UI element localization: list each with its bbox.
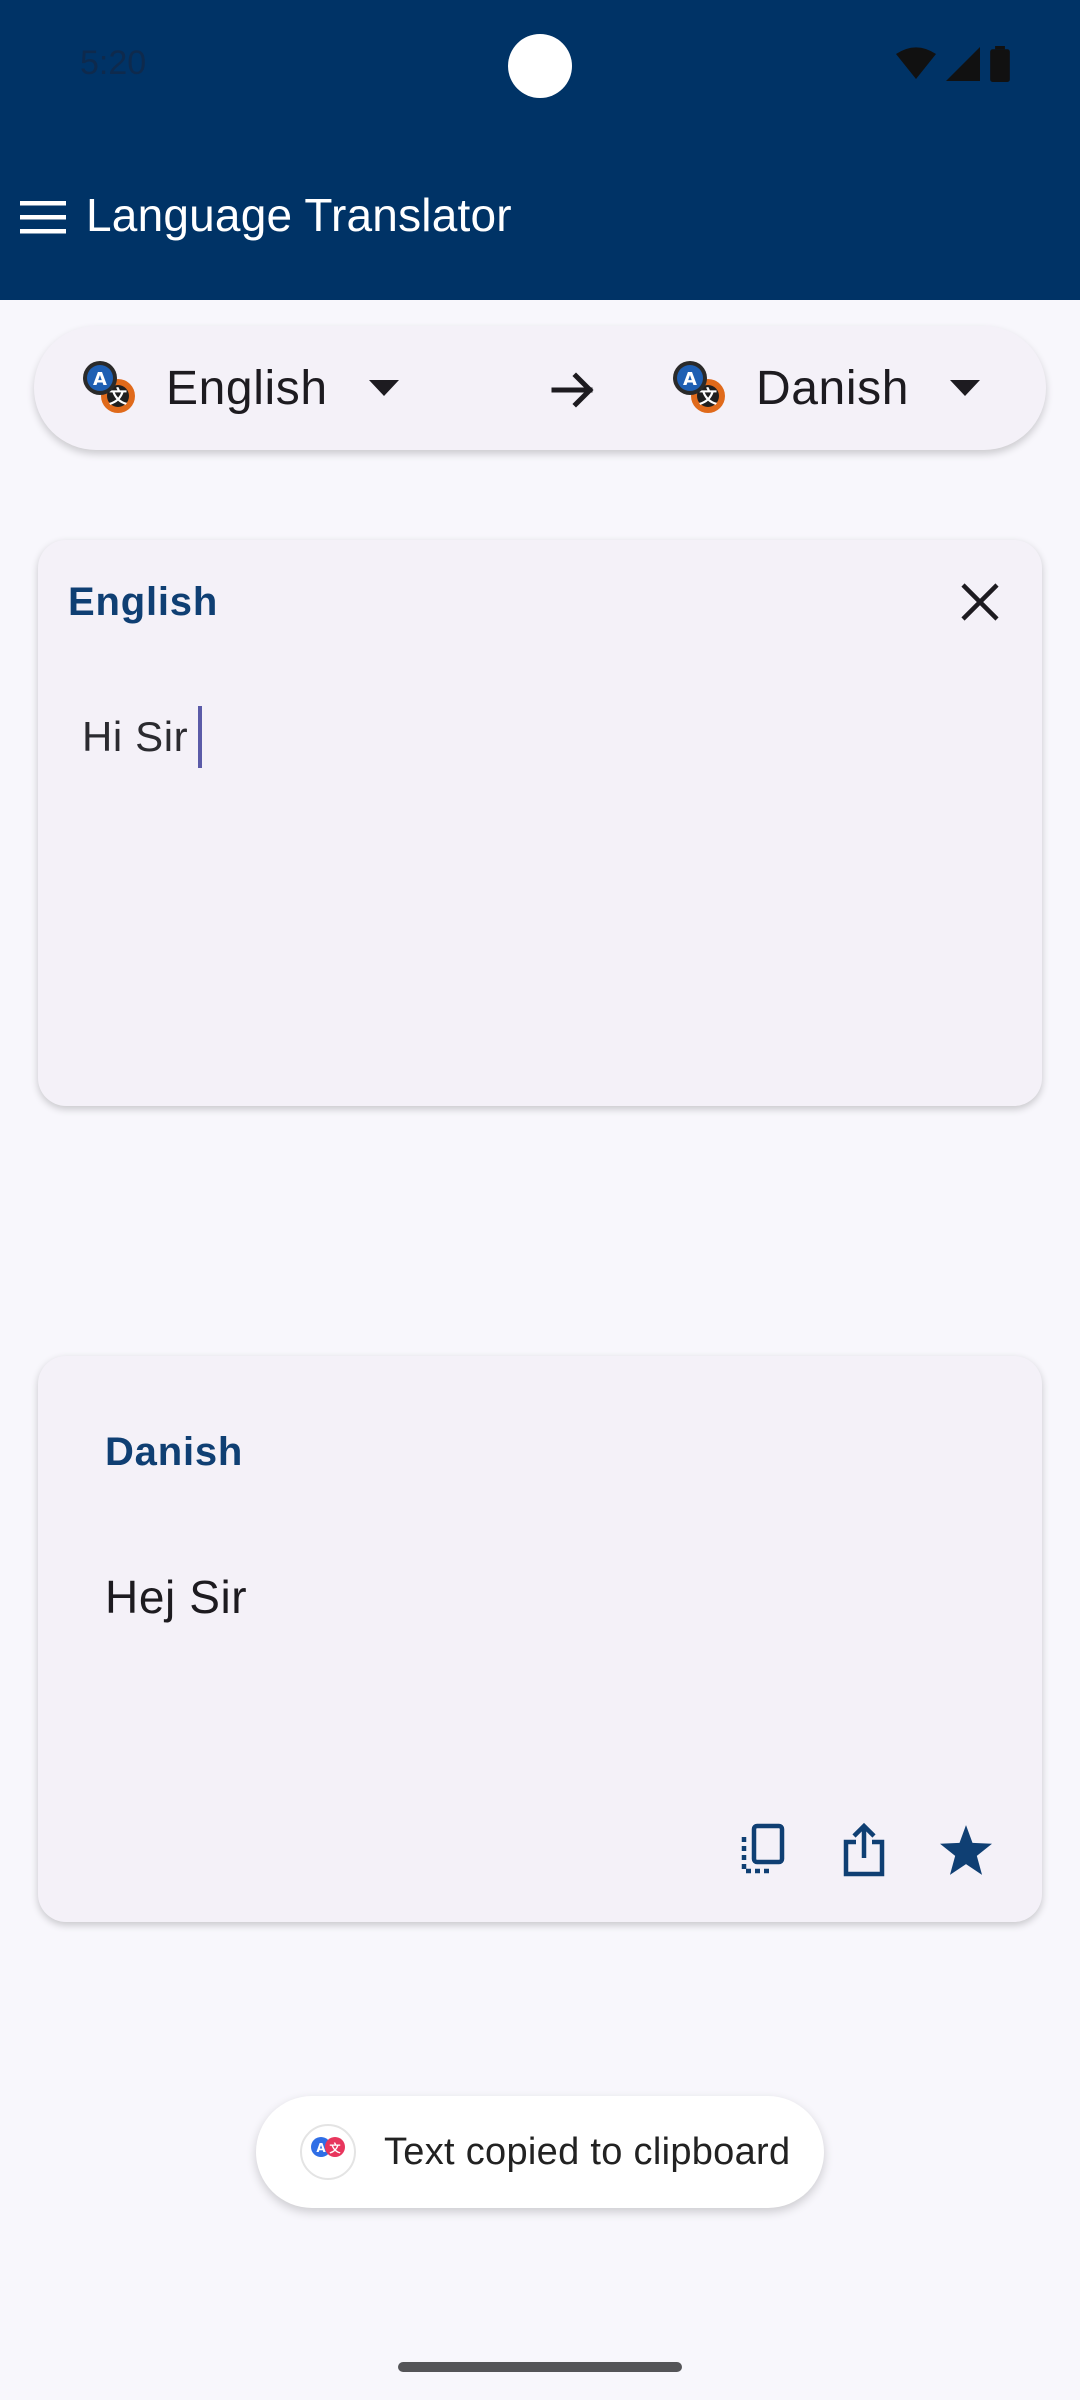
- target-language-label: Danish: [756, 361, 910, 415]
- menu-icon: [20, 201, 66, 234]
- source-text: Hi Sir: [82, 713, 189, 760]
- target-language-dropdown[interactable]: 文 A Danish: [668, 326, 985, 450]
- translated-text: Hej Sir: [105, 1571, 248, 1623]
- app-title: Language Translator: [86, 189, 512, 241]
- output-language-label: Danish: [105, 1430, 244, 1474]
- source-language-label: English: [166, 361, 328, 415]
- translate-icon: 文 A: [78, 356, 142, 420]
- star-icon: [940, 1825, 992, 1875]
- status-time: 5:20: [80, 44, 147, 82]
- camera-cutout: [508, 34, 572, 98]
- translate-icon: 文 A: [668, 356, 732, 420]
- home-indicator[interactable]: [398, 2362, 682, 2372]
- output-card: Danish Hej Sir: [38, 1356, 1042, 1922]
- favorite-button[interactable]: [940, 1822, 992, 1878]
- toast-message: Text copied to clipboard: [384, 2130, 791, 2173]
- input-card: English Hi Sir: [38, 540, 1042, 1106]
- share-icon: [843, 1822, 885, 1877]
- copy-button[interactable]: [736, 1822, 788, 1878]
- battery-icon: [990, 46, 1010, 82]
- app-logo-icon: A 文: [300, 2124, 356, 2180]
- signal-icon: [946, 47, 980, 81]
- close-icon: [961, 583, 999, 621]
- copy-icon: [741, 1823, 785, 1874]
- status-icons: [896, 46, 1010, 82]
- clear-button[interactable]: [954, 576, 1006, 628]
- share-button[interactable]: [838, 1822, 890, 1878]
- svg-text:A: A: [683, 369, 697, 390]
- wifi-icon: [896, 47, 936, 81]
- language-selector: 文 A English 文 A Danish: [34, 326, 1046, 450]
- source-language-dropdown[interactable]: 文 A English: [78, 326, 404, 450]
- svg-text:A: A: [316, 2141, 326, 2155]
- translator-screen: 5:20 Language Translator 文 A English 文 A…: [0, 0, 1080, 2400]
- text-cursor: [198, 706, 203, 768]
- svg-text:A: A: [93, 369, 107, 390]
- app-bar: 5:20 Language Translator: [0, 0, 1080, 300]
- arrow-right-icon[interactable]: [550, 366, 598, 414]
- output-actions: [736, 1822, 992, 1878]
- chevron-down-icon: [364, 368, 404, 408]
- chevron-down-icon: [945, 368, 985, 408]
- toast: A 文 Text copied to clipboard: [256, 2096, 824, 2208]
- source-text-input[interactable]: Hi Sir: [82, 706, 203, 768]
- input-language-label: English: [68, 580, 219, 624]
- menu-button[interactable]: [16, 190, 70, 244]
- svg-text:文: 文: [330, 2141, 342, 2155]
